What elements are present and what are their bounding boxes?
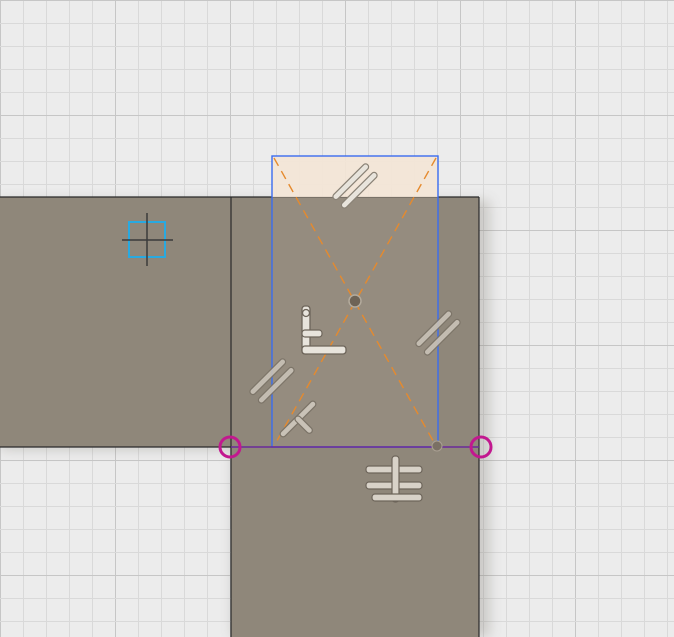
rectangle-center-point[interactable] xyxy=(348,294,362,308)
selected-rectangle-fill-inside xyxy=(272,197,438,447)
body-face-left[interactable] xyxy=(0,197,232,447)
rectangle-corner-point[interactable] xyxy=(431,440,443,452)
sketch-canvas[interactable] xyxy=(0,0,674,637)
